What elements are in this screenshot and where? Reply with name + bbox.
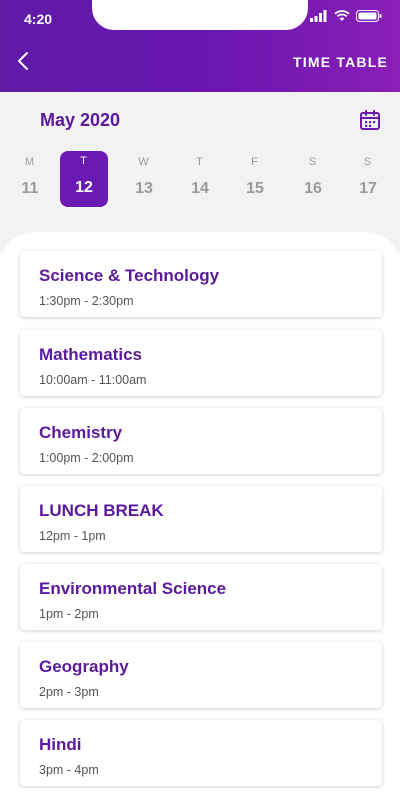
chevron-left-icon bbox=[18, 52, 28, 70]
subject-title: LUNCH BREAK bbox=[39, 501, 164, 520]
subject-title: Hindi bbox=[39, 735, 82, 754]
day-item[interactable]: S 17 bbox=[344, 152, 392, 210]
schedule-card[interactable]: Chemistry 1:00pm - 2:00pm bbox=[20, 408, 382, 474]
day-date: 12 bbox=[75, 179, 93, 196]
day-item-selected[interactable]: T 12 bbox=[60, 151, 108, 207]
day-name: T bbox=[196, 156, 204, 168]
page-title: TIME TABLE bbox=[293, 54, 388, 70]
day-item[interactable]: T 14 bbox=[176, 152, 224, 210]
schedule-card[interactable]: Geography 2pm - 3pm bbox=[20, 642, 382, 708]
day-date: 17 bbox=[359, 180, 377, 197]
back-button[interactable] bbox=[10, 48, 36, 74]
day-name: T bbox=[80, 155, 88, 167]
subject-title: Science & Technology bbox=[39, 266, 220, 285]
subject-time: 1pm - 2pm bbox=[39, 607, 99, 621]
day-date: 15 bbox=[246, 180, 264, 197]
subject-time: 3pm - 4pm bbox=[39, 763, 99, 777]
schedule-card[interactable]: LUNCH BREAK 12pm - 1pm bbox=[20, 486, 382, 552]
calendar-strip: May 2020 M 11 T 12 W 13 T 14 F 15 S 16 S… bbox=[0, 92, 400, 252]
status-icons bbox=[310, 10, 382, 22]
day-item[interactable]: M 11 bbox=[6, 152, 54, 210]
day-name: F bbox=[251, 156, 259, 168]
subject-title: Geography bbox=[39, 657, 129, 676]
day-item[interactable]: W 13 bbox=[120, 152, 168, 210]
month-label: May 2020 bbox=[40, 110, 121, 130]
subject-time: 10:00am - 11:00am bbox=[39, 373, 147, 387]
device-notch bbox=[92, 0, 308, 30]
day-item[interactable]: S 16 bbox=[289, 152, 337, 210]
schedule-card[interactable]: Environmental Science 1pm - 2pm bbox=[20, 564, 382, 630]
day-name: M bbox=[24, 156, 36, 168]
subject-title: Environmental Science bbox=[39, 579, 227, 598]
battery-icon bbox=[356, 10, 382, 22]
schedule-card[interactable]: Science & Technology 1:30pm - 2:30pm bbox=[20, 251, 382, 317]
schedule-list: Science & Technology 1:30pm - 2:30pm Mat… bbox=[0, 232, 400, 800]
subject-time: 2pm - 3pm bbox=[39, 685, 99, 699]
day-name: S bbox=[308, 156, 318, 168]
schedule-card[interactable]: Hindi 3pm - 4pm bbox=[20, 720, 382, 786]
subject-time: 1:30pm - 2:30pm bbox=[39, 294, 134, 308]
subject-time: 1:00pm - 2:00pm bbox=[39, 451, 134, 465]
schedule-card[interactable]: Mathematics 10:00am - 11:00am bbox=[20, 330, 382, 396]
calendar-icon bbox=[360, 110, 380, 130]
subject-title: Chemistry bbox=[39, 423, 123, 442]
day-item[interactable]: F 15 bbox=[231, 152, 279, 210]
day-date: 16 bbox=[304, 180, 322, 197]
day-name: W bbox=[138, 156, 150, 168]
signal-icon bbox=[310, 10, 327, 22]
status-time: 4:20 bbox=[24, 11, 53, 27]
day-date: 13 bbox=[135, 180, 153, 197]
day-name: S bbox=[363, 156, 373, 168]
subject-time: 12pm - 1pm bbox=[39, 529, 106, 543]
calendar-button[interactable] bbox=[358, 108, 382, 132]
day-date: 14 bbox=[191, 180, 209, 197]
app-header: 4:20 TIME TABLE bbox=[0, 0, 400, 92]
wifi-icon bbox=[334, 10, 350, 21]
subject-title: Mathematics bbox=[39, 345, 142, 364]
day-date: 11 bbox=[21, 180, 39, 197]
